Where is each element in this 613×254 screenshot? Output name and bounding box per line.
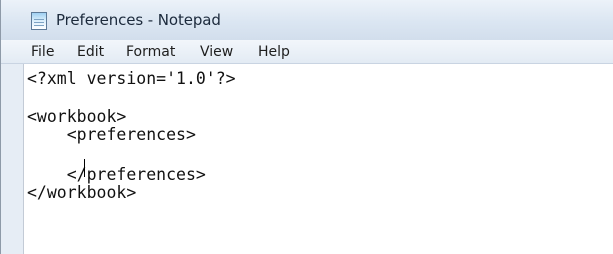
menu-view[interactable]: View: [200, 44, 233, 60]
editor-line-4: <preferences>: [27, 125, 196, 144]
text-editor-area[interactable]: <?xml version='1.0'?> <workbook> <prefer…: [23, 64, 613, 254]
window-frame-left: [1, 64, 23, 254]
window-title: Preferences - Notepad: [56, 11, 221, 29]
title-bar[interactable]: Preferences - Notepad: [1, 0, 613, 40]
editor-line-7: </workbook>: [27, 183, 137, 202]
editor-line-6: </preferences>: [27, 165, 206, 184]
notepad-window: Preferences - Notepad File Edit Format V…: [0, 0, 613, 254]
editor-line-1: <?xml version='1.0'?>: [27, 69, 236, 88]
menu-bar: File Edit Format View Help: [1, 40, 613, 64]
menu-format[interactable]: Format: [126, 44, 175, 60]
text-caret: [84, 159, 85, 177]
menu-file[interactable]: File: [31, 44, 54, 60]
editor-line-3: <workbook>: [27, 107, 127, 126]
notepad-icon[interactable]: [31, 12, 47, 30]
menu-help[interactable]: Help: [258, 44, 290, 60]
menu-edit[interactable]: Edit: [77, 44, 104, 60]
